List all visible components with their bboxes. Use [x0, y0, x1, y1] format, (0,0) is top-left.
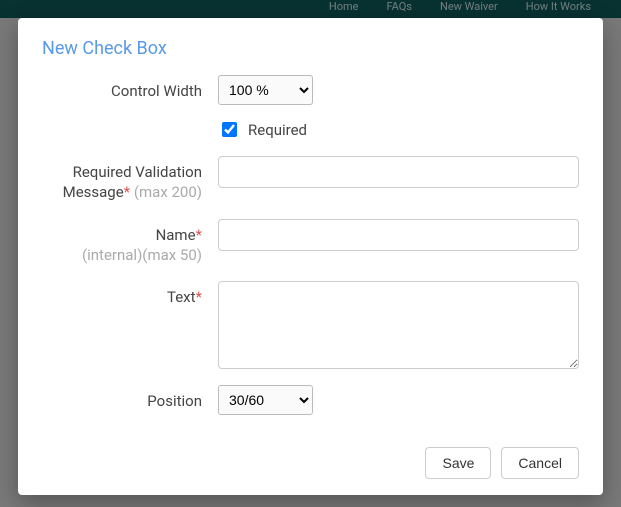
label-control-width: Control Width — [42, 75, 218, 101]
control-width-select[interactable]: 100 % — [218, 75, 313, 105]
label-text: Text* — [42, 281, 218, 307]
modal-title: New Check Box — [42, 38, 579, 59]
row-required: Required — [42, 115, 579, 140]
row-position: Position 30/60 — [42, 385, 579, 415]
label-name: Name* (internal)(max 50) — [42, 219, 218, 266]
modal-form: Control Width 100 % Required Required Va… — [42, 75, 579, 443]
required-checkbox[interactable] — [222, 122, 237, 137]
label-position: Position — [42, 385, 218, 411]
row-required-validation: Required Validation Message* (max 200) — [42, 156, 579, 203]
required-validation-input[interactable] — [218, 156, 579, 188]
row-name: Name* (internal)(max 50) — [42, 219, 579, 266]
cancel-button[interactable]: Cancel — [501, 447, 579, 479]
modal-footer: Save Cancel — [42, 447, 579, 479]
save-button[interactable]: Save — [425, 447, 491, 479]
required-checkbox-label: Required — [248, 121, 307, 139]
required-checkbox-wrap[interactable]: Required — [218, 115, 307, 140]
new-check-box-modal: New Check Box Control Width 100 % Requir… — [18, 18, 603, 495]
label-required-validation: Required Validation Message* (max 200) — [42, 156, 218, 203]
row-text: Text* — [42, 281, 579, 369]
name-input[interactable] — [218, 219, 579, 251]
position-select[interactable]: 30/60 — [218, 385, 313, 415]
row-control-width: Control Width 100 % — [42, 75, 579, 105]
text-textarea[interactable] — [218, 281, 579, 369]
